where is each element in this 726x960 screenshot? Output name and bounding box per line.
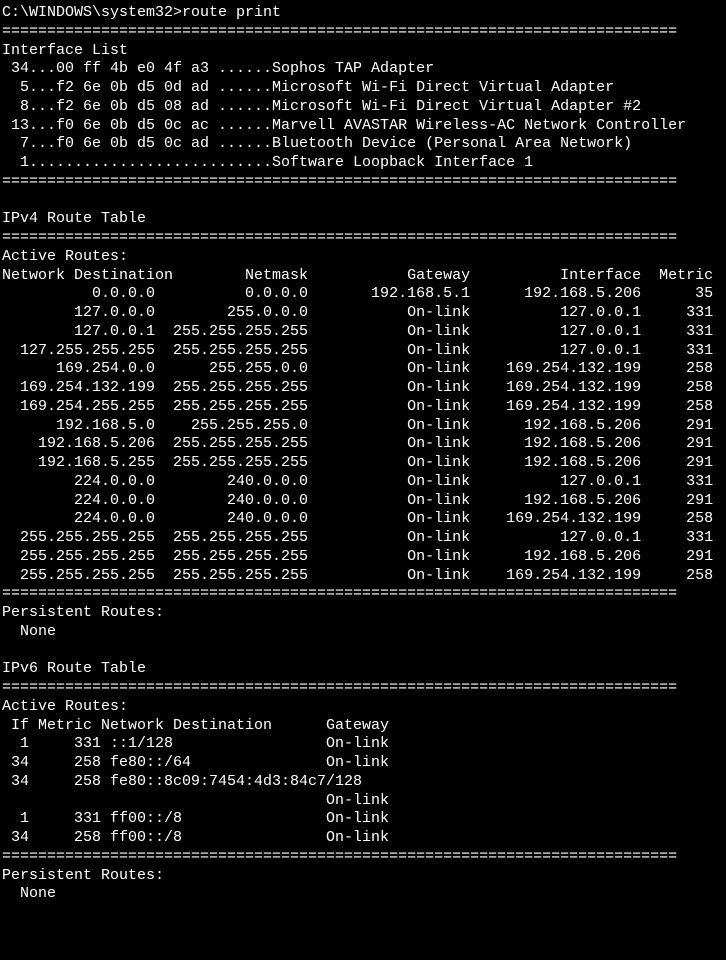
terminal-output: C:\WINDOWS\system32>route print ========… bbox=[0, 0, 726, 908]
